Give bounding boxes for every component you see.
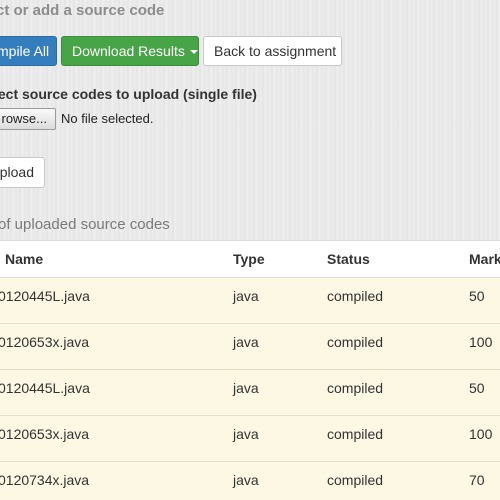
cell-mark: 70	[469, 472, 485, 488]
cell-type: java	[233, 426, 259, 442]
cell-status: compiled	[327, 472, 384, 488]
table-row[interactable]: 0120653x.java java compiled 100	[0, 324, 500, 370]
download-results-button[interactable]: Download Results	[61, 36, 199, 66]
file-status: No file selected.	[61, 111, 154, 126]
cell-type: java	[233, 380, 259, 396]
caret-down-icon	[189, 50, 198, 55]
back-to-assignment-button[interactable]: Back to assignment	[203, 36, 342, 66]
table-header: Name Type Status Mark	[0, 240, 500, 278]
cell-mark: 100	[469, 426, 493, 442]
compile-all-label: mpile All	[0, 43, 50, 59]
compile-all-button[interactable]: mpile All	[0, 36, 57, 66]
cell-name: 0120653x.java	[0, 426, 90, 442]
header-type[interactable]: Type	[233, 251, 265, 267]
cell-status: compiled	[327, 380, 384, 396]
upload-label: lect source codes to upload (single file…	[0, 86, 257, 102]
browse-button[interactable]: rowse...	[0, 108, 56, 130]
cell-mark: 50	[469, 380, 485, 396]
cell-status: compiled	[327, 288, 384, 304]
cell-type: java	[233, 288, 259, 304]
cell-mark: 100	[469, 334, 493, 350]
cell-mark: 50	[469, 288, 485, 304]
cell-name: 0120445L.java	[0, 380, 90, 396]
cell-name: 0120445L.java	[0, 288, 90, 304]
upload-button[interactable]: pload	[0, 157, 45, 188]
cell-name: 0120653x.java	[0, 334, 90, 350]
table-row[interactable]: 0120445L.java java compiled 50	[0, 278, 500, 324]
cell-type: java	[233, 472, 259, 488]
header-status[interactable]: Status	[327, 251, 370, 267]
back-to-assignment-label: Back to assignment	[214, 43, 337, 59]
table-row[interactable]: 0120653x.java java compiled 100	[0, 416, 500, 462]
header-name[interactable]: Name	[5, 251, 43, 267]
table-row[interactable]: 0120445L.java java compiled 50	[0, 370, 500, 416]
download-results-label: Download Results	[72, 43, 185, 59]
cell-name: 0120734x.java	[0, 472, 90, 488]
list-title: of uploaded source codes	[0, 216, 170, 233]
cell-type: java	[233, 334, 259, 350]
browse-label: rowse...	[1, 111, 47, 126]
upload-button-label: pload	[0, 164, 34, 180]
table-row[interactable]: 0120734x.java java compiled 70	[0, 462, 500, 500]
source-codes-table: Name Type Status Mark 0120445L.java java…	[0, 240, 500, 500]
cell-status: compiled	[327, 426, 384, 442]
section-heading: ct or add a source code	[0, 2, 165, 19]
cell-status: compiled	[327, 334, 384, 350]
header-mark[interactable]: Mark	[469, 251, 500, 267]
